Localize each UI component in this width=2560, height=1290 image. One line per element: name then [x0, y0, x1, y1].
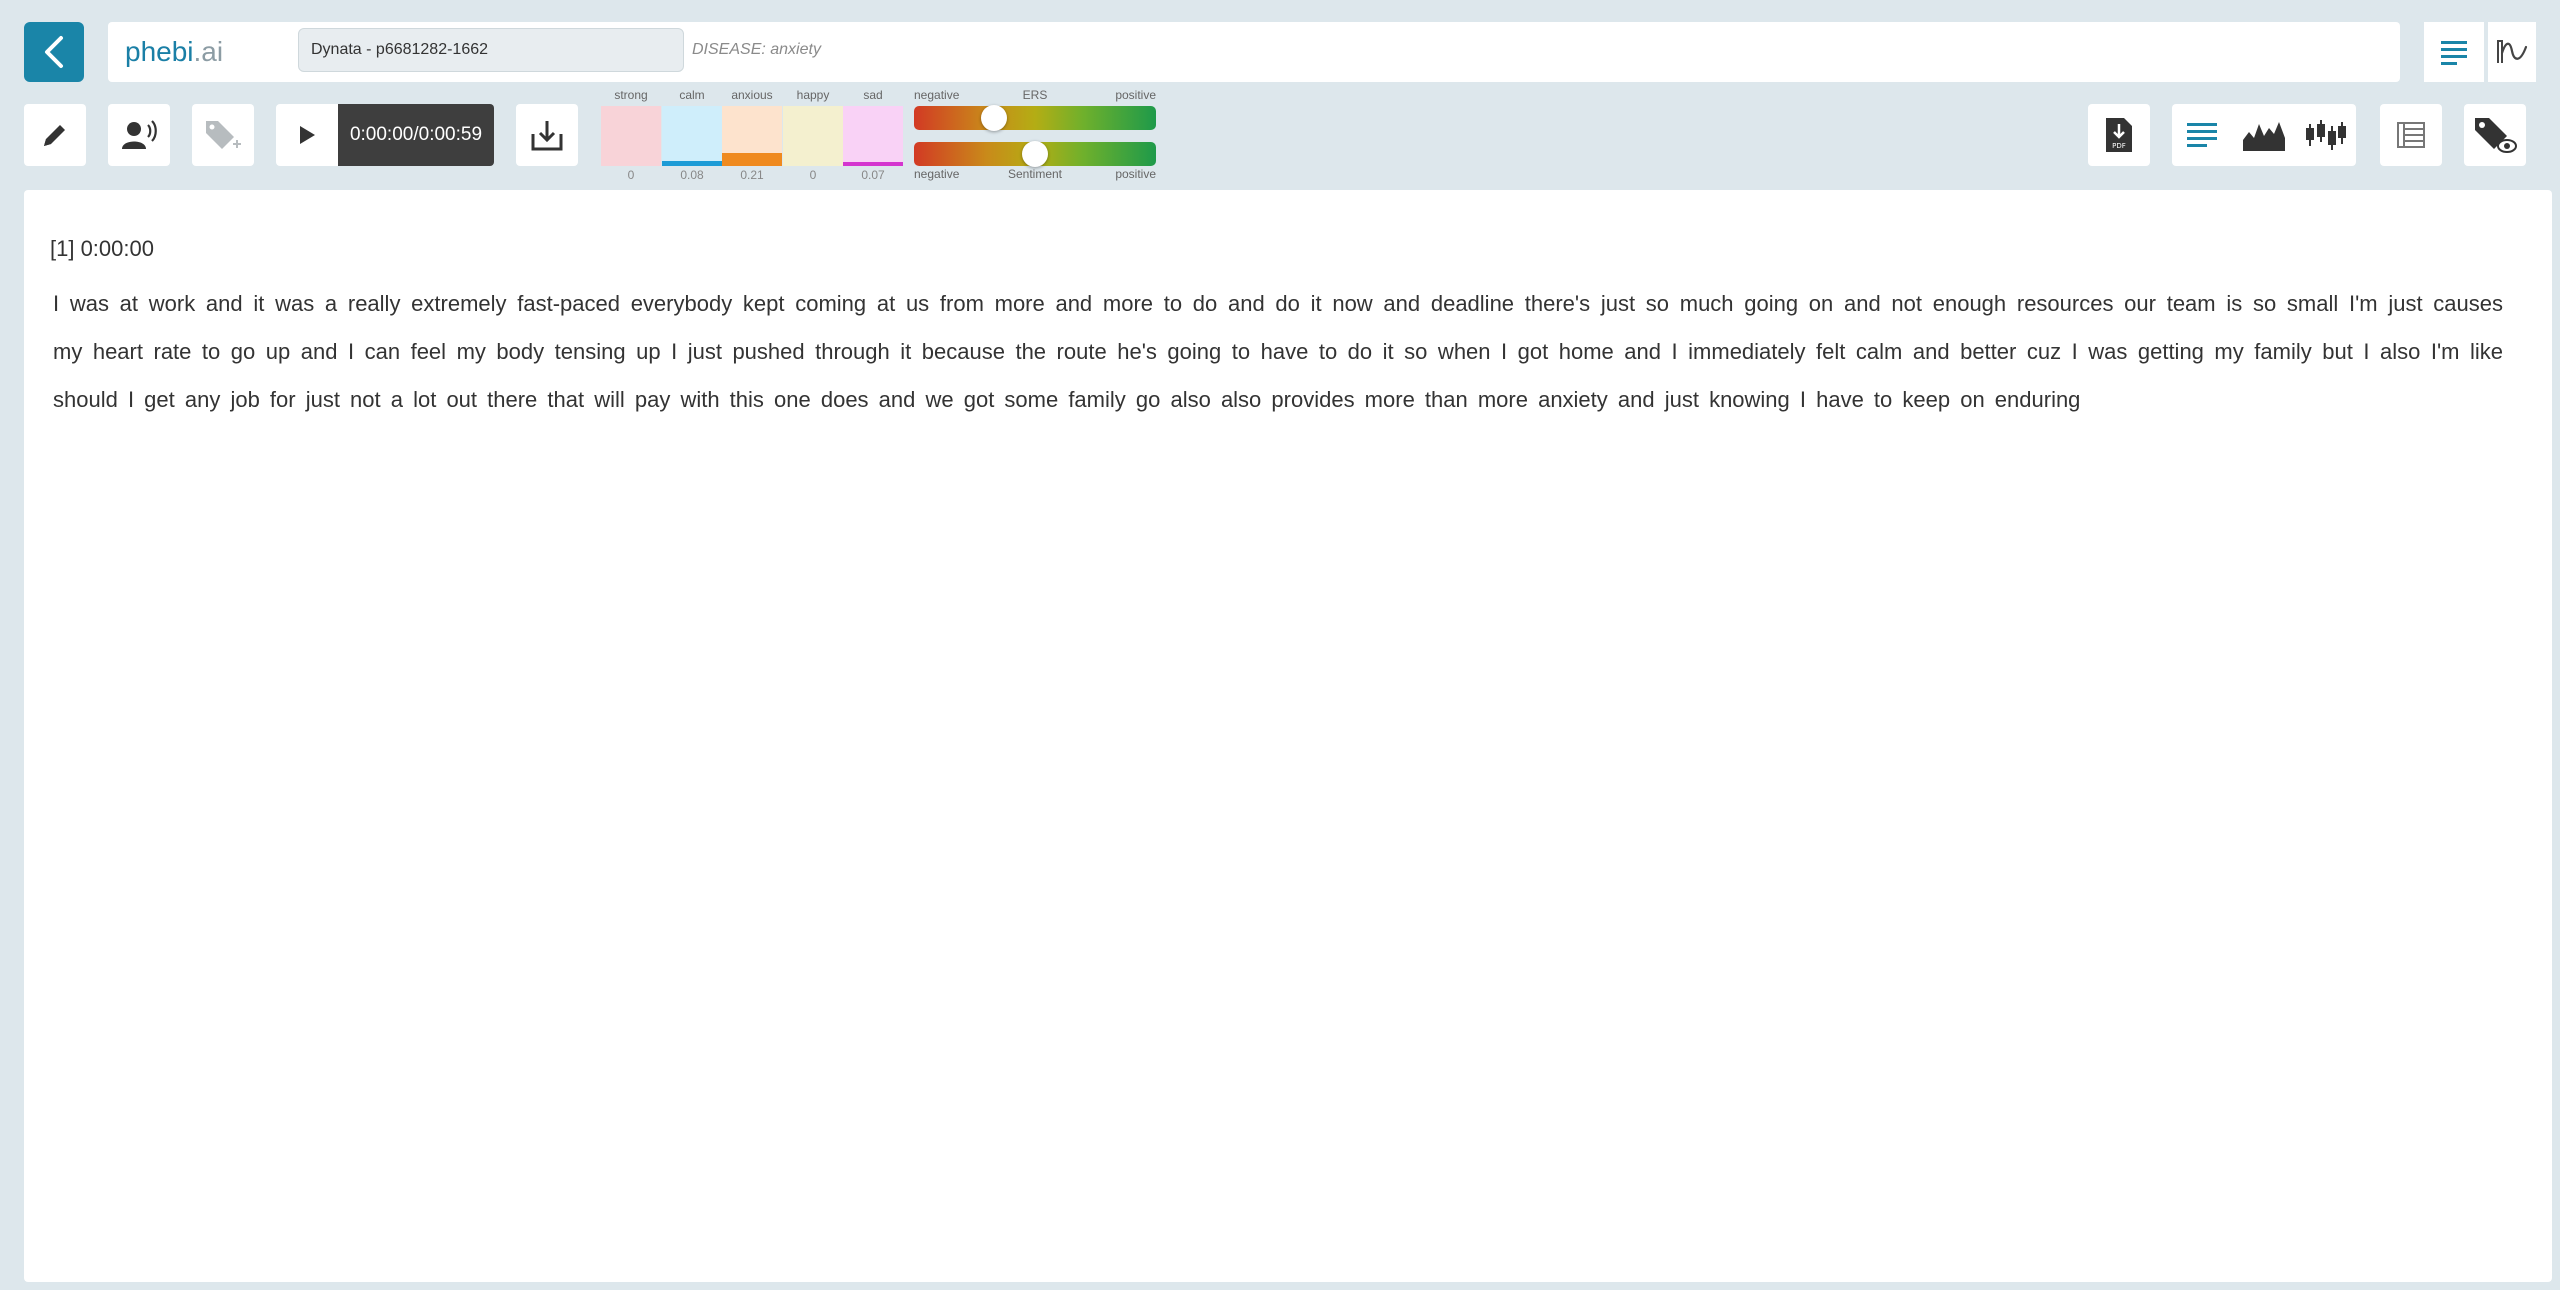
emotion-label-sad: sad	[863, 88, 883, 102]
emotion-value-anxious: 0.21	[740, 168, 764, 182]
audio-player: 0:00:00/0:00:59	[276, 104, 494, 166]
pdf-download-icon: PDF	[2106, 118, 2132, 152]
ers-knob	[980, 105, 1007, 131]
disease-label: DISEASE: anxiety	[692, 41, 821, 58]
segment-header: [1] 0:00:00	[50, 236, 154, 261]
area-chart-view-button[interactable]	[2234, 104, 2294, 166]
emotion-value-strong: 0	[627, 168, 635, 182]
emotion-label-anxious: anxious	[731, 88, 773, 102]
emotion-label-calm: calm	[679, 88, 705, 102]
area-chart-icon	[2243, 122, 2285, 151]
pencil-icon	[44, 125, 65, 146]
emotion-level-anxious	[722, 153, 782, 166]
add-tag-button[interactable]	[192, 104, 254, 166]
wave-icon	[2497, 40, 2528, 63]
emotion-level-calm	[662, 161, 722, 166]
project-field[interactable]: Dynata - p6681282-1662	[298, 28, 684, 72]
tag-add-icon	[206, 121, 241, 149]
emotion-label-happy: happy	[796, 88, 830, 102]
edit-button[interactable]	[24, 104, 86, 166]
sentiment-knob	[1022, 141, 1048, 167]
download-icon	[531, 121, 563, 151]
play-button[interactable]	[276, 104, 338, 166]
sentiment-slider	[914, 141, 1156, 167]
emotion-value-calm: 0.08	[680, 168, 704, 182]
speaker-button[interactable]	[108, 104, 170, 166]
list-view-button[interactable]	[2380, 104, 2442, 166]
emotion-label-strong: strong	[614, 88, 648, 102]
pdf-download-button[interactable]: PDF	[2088, 104, 2150, 166]
ers-slider	[914, 105, 1156, 131]
transcript-text[interactable]: I was at work and it was a really extrem…	[53, 280, 2503, 424]
ers-right-label: positive	[1115, 88, 1156, 102]
lines-icon	[2187, 123, 2217, 147]
wave-view-toggle[interactable]	[2488, 22, 2536, 82]
emotion-box-sad	[843, 106, 903, 166]
download-button[interactable]	[516, 104, 578, 166]
candlestick-view-button[interactable]	[2296, 104, 2356, 166]
emotion-value-happy: 0	[809, 168, 817, 182]
emotion-value-sad: 0.07	[861, 168, 885, 182]
playback-time: 0:00:00/0:00:59	[338, 104, 494, 166]
emotion-box-anxious	[722, 106, 782, 166]
emotion-box-strong	[601, 106, 661, 166]
candlestick-icon	[2306, 120, 2346, 150]
emotion-box-happy	[783, 106, 843, 166]
list-icon	[2397, 122, 2425, 148]
tag-view-button[interactable]	[2464, 104, 2526, 166]
emotion-level-sad	[843, 162, 903, 166]
logo: phebi.ai	[125, 36, 224, 67]
lines-icon	[2441, 41, 2467, 65]
sentiment-right-label: positive	[1115, 167, 1156, 181]
chevron-left-icon	[45, 36, 63, 68]
text-view-toggle[interactable]	[2424, 22, 2484, 82]
tag-eye-icon	[2475, 118, 2517, 153]
back-button[interactable]	[24, 22, 84, 82]
svg-text:PDF: PDF	[2112, 142, 2126, 150]
speaker-person-icon	[122, 120, 157, 149]
text-view-button[interactable]	[2172, 104, 2232, 166]
play-icon	[300, 126, 315, 144]
emotion-box-calm	[662, 106, 722, 166]
